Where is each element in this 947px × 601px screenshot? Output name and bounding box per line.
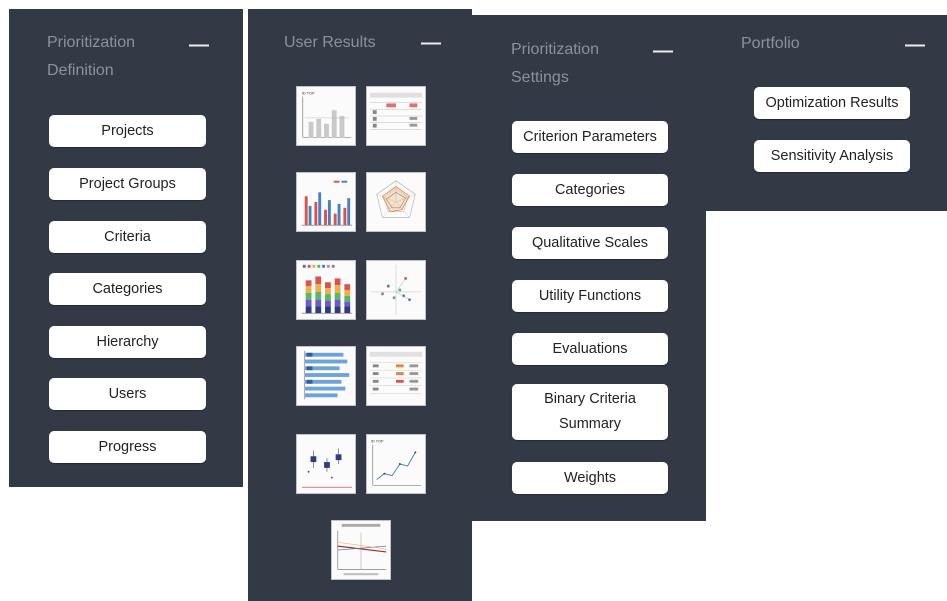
collapse-icon[interactable]: — bbox=[653, 41, 673, 61]
categories-button[interactable]: Categories bbox=[512, 174, 668, 206]
radar-chart-icon[interactable] bbox=[366, 172, 426, 232]
evaluations-button[interactable]: Evaluations bbox=[512, 333, 668, 365]
collapse-icon[interactable]: — bbox=[905, 35, 925, 55]
box-plot-icon[interactable] bbox=[296, 434, 356, 494]
optimization-results-button[interactable]: Optimization Results bbox=[754, 87, 910, 119]
svg-text:ID TOP: ID TOP bbox=[302, 92, 315, 96]
project-groups-button[interactable]: Project Groups bbox=[49, 168, 206, 200]
qualitative-scales-button[interactable]: Qualitative Scales bbox=[512, 227, 668, 259]
weights-button[interactable]: Weights bbox=[512, 462, 668, 494]
prioritization-definition-panel: Prioritization Definition — Projects Pro… bbox=[9, 9, 243, 487]
horizontal-bar-chart-icon[interactable] bbox=[296, 346, 356, 406]
svg-text:ID TOP: ID TOP bbox=[371, 440, 384, 444]
binary-criteria-summary-button[interactable]: Binary Criteria Summary bbox=[512, 384, 668, 440]
stacked-bar-chart-icon[interactable] bbox=[296, 260, 356, 320]
user-results-panel: User Results — ID TOP ID TOP bbox=[248, 9, 472, 601]
panel-title-line2: Definition bbox=[47, 62, 114, 79]
sensitivity-line-chart-icon[interactable] bbox=[331, 520, 391, 580]
bar-chart-icon[interactable]: ID TOP bbox=[296, 86, 356, 146]
prioritization-settings-panel: Prioritization Settings — Criterion Para… bbox=[472, 15, 706, 521]
panel-title-line1: Prioritization bbox=[511, 41, 600, 58]
binary-criteria-label-line1: Binary Criteria bbox=[544, 391, 636, 407]
data-table-icon[interactable] bbox=[366, 346, 426, 406]
categories-button[interactable]: Categories bbox=[49, 273, 206, 305]
criteria-button[interactable]: Criteria bbox=[49, 221, 206, 253]
users-button[interactable]: Users bbox=[49, 378, 206, 410]
line-chart-icon[interactable]: ID TOP bbox=[366, 434, 426, 494]
projects-button[interactable]: Projects bbox=[49, 115, 206, 147]
utility-functions-button[interactable]: Utility Functions bbox=[512, 280, 668, 312]
panel-title: User Results bbox=[284, 34, 376, 51]
grouped-bar-chart-icon[interactable] bbox=[296, 172, 356, 232]
criterion-parameters-button[interactable]: Criterion Parameters bbox=[512, 121, 668, 153]
panel-title-line2: Settings bbox=[511, 69, 569, 86]
hierarchy-button[interactable]: Hierarchy bbox=[49, 326, 206, 358]
sensitivity-analysis-button[interactable]: Sensitivity Analysis bbox=[754, 140, 910, 172]
portfolio-panel: Portfolio — Optimization Results Sensiti… bbox=[706, 15, 947, 211]
panel-title-line1: Prioritization bbox=[47, 34, 136, 51]
table-icon[interactable] bbox=[366, 86, 426, 146]
progress-button[interactable]: Progress bbox=[49, 431, 206, 463]
panel-title: Portfolio bbox=[741, 35, 800, 52]
collapse-icon[interactable]: — bbox=[421, 33, 441, 53]
binary-criteria-label-line2: Summary bbox=[558, 416, 622, 432]
collapse-icon[interactable]: — bbox=[189, 35, 209, 55]
scatter-plot-icon[interactable] bbox=[366, 260, 426, 320]
